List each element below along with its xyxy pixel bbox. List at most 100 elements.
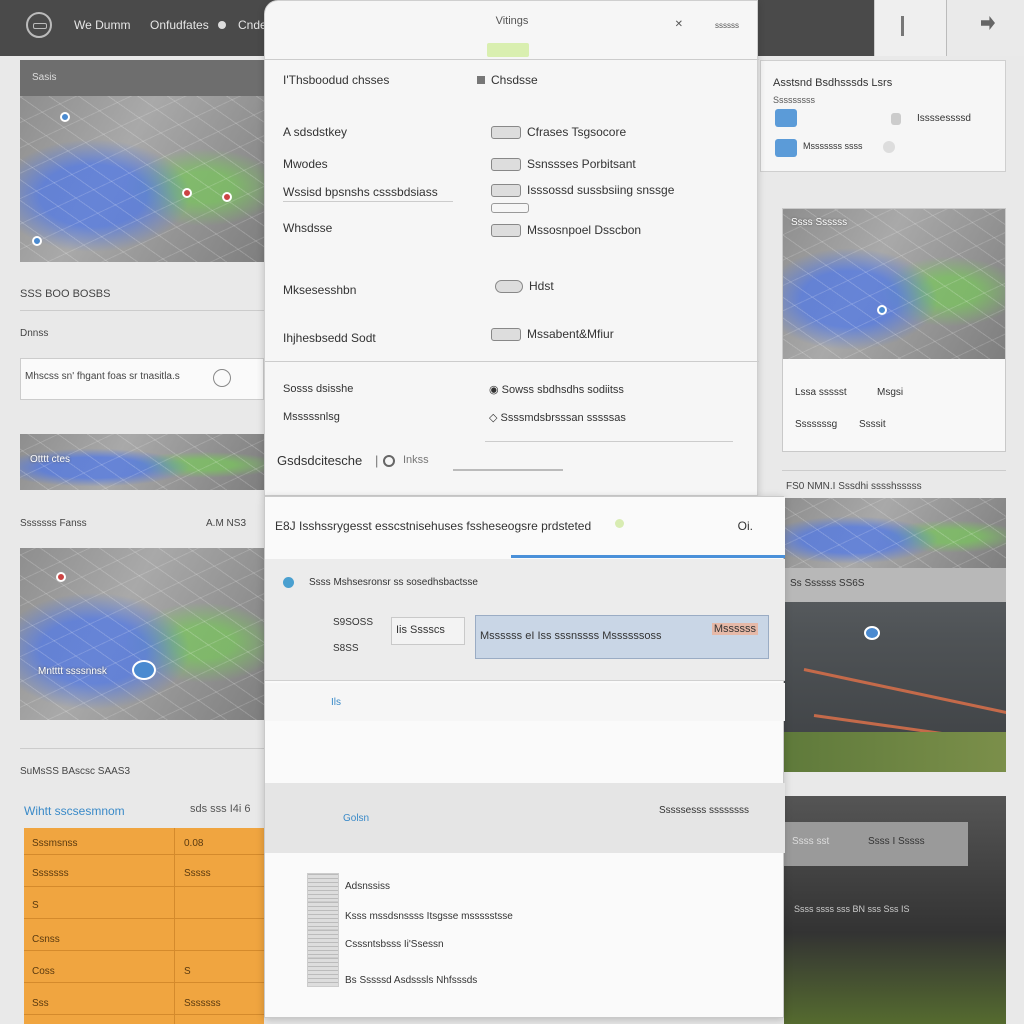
search-text: Mhscss sn' fhgant foas sr tnasitla.s xyxy=(25,371,180,382)
card-item-2[interactable]: Msssssss ssss xyxy=(803,141,863,151)
table-cell: Sssmsnss xyxy=(32,838,78,849)
data-table: Sssmsnss 0.08 Sssssss Sssss S Csnss Coss… xyxy=(24,828,264,1024)
field-underline xyxy=(453,469,563,471)
column-header: I'Thsboodud chsses xyxy=(283,73,390,87)
table-cell: S xyxy=(32,900,39,911)
link-text[interactable]: Wihtt sscsesmnom xyxy=(24,804,125,818)
topbar-divider xyxy=(874,0,948,56)
list-item[interactable]: Bs Sssssd Asdsssls Nhfsssds xyxy=(345,975,477,986)
setting-option[interactable]: Hdst xyxy=(495,279,554,294)
map-view-4[interactable]: Ssss Ssssss xyxy=(783,209,1005,359)
share-icon xyxy=(981,16,995,30)
setting-label: Msssssnlsg xyxy=(283,411,340,423)
nav-link-2[interactable]: Onfudfates xyxy=(150,18,209,32)
link-text[interactable]: Golsn xyxy=(343,813,369,824)
radio-option[interactable]: ◉ Sowss sbdhsdhs sodiitss xyxy=(489,383,624,396)
dropdown-select[interactable]: Mssssss eI Iss sssnssss Mssssssoss Mssss… xyxy=(475,615,769,659)
card-subtitle: Sssssssss xyxy=(773,95,816,105)
status-dot xyxy=(615,519,624,528)
status-dot xyxy=(883,141,895,153)
photo-label: Ss Ssssss SS6S xyxy=(790,578,865,589)
divider xyxy=(265,59,759,60)
map-marker[interactable] xyxy=(132,660,156,680)
map-marker[interactable] xyxy=(864,626,880,640)
section-note: Sssssesss ssssssss xyxy=(658,805,749,816)
map-view-3[interactable]: Mntttt ssssnnsk xyxy=(20,548,264,720)
setting-label: Wssisd bpsnshs csssbdsiass xyxy=(283,185,438,199)
list-item[interactable]: Ksss mssdsnssss Itsgsse mssssstsse xyxy=(345,911,513,922)
setting-option[interactable]: Mssabent&Mfiur xyxy=(491,327,614,342)
setting-option[interactable]: Cfrases Tsgsocore xyxy=(491,125,626,140)
setting-option[interactable]: Ssnssses Porbitsant xyxy=(491,157,636,172)
thumbnail-icon xyxy=(307,901,339,931)
map-marker[interactable] xyxy=(60,112,70,122)
dialog-title: E8J Isshssrygesst esscstnisehuses fsshes… xyxy=(275,519,592,533)
list-item[interactable]: Adsnssiss xyxy=(345,881,390,892)
share-button[interactable] xyxy=(946,0,1024,56)
setting-option[interactable]: Mssosnpoel Dsscbon xyxy=(491,223,641,238)
card-item-1[interactable]: Issssessssd xyxy=(917,113,971,124)
text-field[interactable]: Gsdsdcitesche | Inkss xyxy=(277,453,571,477)
search-icon[interactable] xyxy=(213,369,231,387)
settings-panel: Vitings ✕ ssssss I'Thsboodud chsses Chsd… xyxy=(264,0,759,496)
divider xyxy=(265,361,759,362)
street-photo-2[interactable]: Ssss sst Ssss I Sssss Ssss ssss sss BN s… xyxy=(784,796,1006,1024)
table-cell: Sssss xyxy=(184,868,211,879)
photo-caption: Ssss ssss sss BN sss Sss IS xyxy=(794,904,910,914)
app-logo[interactable] xyxy=(26,12,52,38)
table-cell: S xyxy=(184,966,191,977)
divider xyxy=(20,310,264,311)
sub-label[interactable]: Ils xyxy=(331,697,341,708)
map-marker[interactable] xyxy=(182,188,192,198)
search-field[interactable]: Mhscss sn' fhgant foas sr tnasitla.s xyxy=(20,358,264,400)
radio-button[interactable] xyxy=(283,577,294,588)
thumbnail-icon xyxy=(307,873,339,903)
ok-button[interactable]: Oi. xyxy=(738,519,753,533)
nav-link-3[interactable]: Cnde xyxy=(238,18,267,32)
file-icon xyxy=(891,113,901,125)
info-card: Asstsnd Bsdhsssds Lsrs Sssssssss Isssses… xyxy=(760,60,1006,172)
map-header: Sasis xyxy=(20,60,264,96)
nav-link-1[interactable]: We Dumm xyxy=(74,18,130,32)
photo-label-bar: Ssss sst Ssss I Sssss xyxy=(784,822,968,866)
link-meta: sds sss I4i 6 xyxy=(190,803,251,815)
map-card: Ssss Ssssss Lssa ssssst Msgsi Sssssssg S… xyxy=(782,208,1006,452)
field-label: S9SOSS xyxy=(333,617,374,628)
table-cell: Sss xyxy=(32,998,49,1009)
dialog: E8J Isshssrygesst esscstnisehuses fsshes… xyxy=(264,496,785,1018)
thumbnail-icon xyxy=(307,957,339,987)
panel-title: Vitings xyxy=(495,15,529,27)
setting-label: Sosss dsisshe xyxy=(283,383,354,395)
list-item[interactable]: Csssntsbsss Ii'Ssessn xyxy=(345,939,444,950)
close-label[interactable]: ssssss xyxy=(715,21,739,30)
search-icon[interactable] xyxy=(383,455,395,467)
toggle-icon xyxy=(491,126,521,140)
photo-label: Ssss sst xyxy=(792,836,830,847)
toggle-icon xyxy=(491,224,521,238)
nav-separator-dot xyxy=(218,21,226,29)
divider xyxy=(485,441,733,442)
checkbox-icon[interactable] xyxy=(477,76,485,84)
dialog-header: E8J Isshssrygesst esscstnisehuses fsshes… xyxy=(265,497,785,557)
setting-option[interactable]: Isssossd sussbsiing snssge xyxy=(491,183,674,198)
map-strip xyxy=(784,498,1006,568)
field-label: Dnnss xyxy=(20,328,49,339)
divider xyxy=(20,748,264,749)
map-marker[interactable] xyxy=(877,305,887,315)
map-marker[interactable] xyxy=(222,192,232,202)
map-view-2[interactable]: Otttt ctes xyxy=(20,434,264,490)
selected-chip: Mssssss xyxy=(711,623,758,635)
map-caption: Ssssit xyxy=(859,419,886,430)
street-photo[interactable]: Ss Ssssss SS6S xyxy=(784,498,1006,772)
short-input[interactable]: Iis Sssscs xyxy=(391,617,465,645)
table-cell: Sssssss xyxy=(184,998,221,1009)
map-view-1[interactable] xyxy=(20,96,264,262)
map-marker[interactable] xyxy=(56,572,66,582)
folder-icon xyxy=(775,139,797,157)
radio-option[interactable]: ◇ Ssssmdsbrsssan sssssas xyxy=(489,411,626,424)
field-label: Gsdsdcitesche xyxy=(277,453,363,468)
toggle-icon[interactable] xyxy=(491,203,529,213)
map-marker[interactable] xyxy=(32,236,42,246)
thumbnail-icon xyxy=(307,929,339,959)
close-icon[interactable]: ✕ xyxy=(675,19,683,30)
